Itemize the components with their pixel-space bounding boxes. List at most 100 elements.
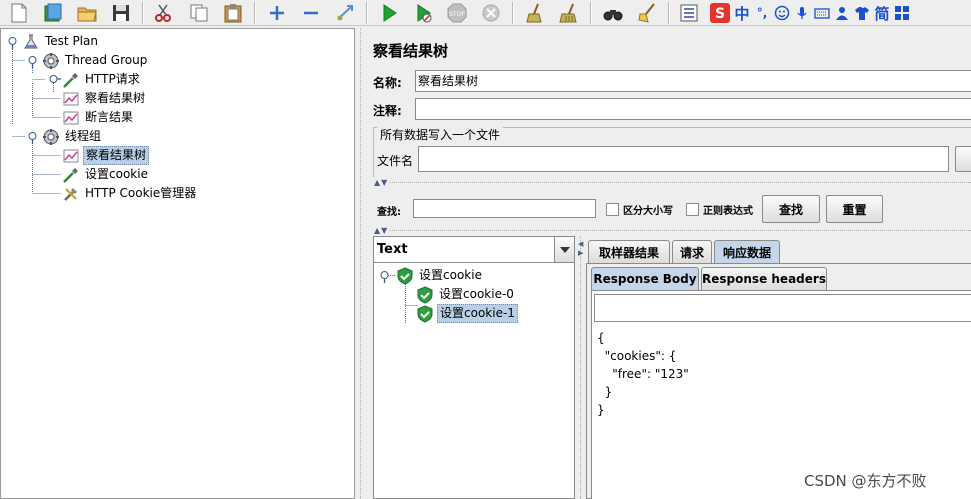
sogou-logo-icon[interactable]: S [708,1,732,25]
ime-menu-icon[interactable] [892,1,912,25]
name-field[interactable]: 察看结果树 [415,70,971,92]
chart-icon [62,109,80,127]
new-icon[interactable] [6,1,32,25]
gear-icon [42,128,60,146]
filename-label: 文件名 [377,154,414,168]
copy-icon[interactable] [186,1,212,25]
tree-node-label: 断言结果 [85,110,134,124]
start-icon[interactable] [376,1,402,25]
tree-node-thread-group[interactable]: Thread Group [42,51,149,70]
paste-icon[interactable] [220,1,246,25]
svg-text:S: S [715,6,725,22]
search-input[interactable] [413,199,596,218]
result-node-set-cookie[interactable]: 设置cookie [396,266,484,285]
tree-node-label: 设置cookie [85,167,148,181]
collapse-icon[interactable] [298,1,324,25]
start-no-pauses-icon[interactable] [410,1,436,25]
tree-node-label: 线程组 [65,129,102,143]
stop-icon[interactable]: STOP [444,1,470,25]
ime-punct-toggle[interactable]: °, [752,1,772,25]
tree-node-view-results-tree-1[interactable]: 察看结果树 [62,89,147,108]
toggle-icon[interactable] [332,1,358,25]
wrench-icon [62,185,80,203]
result-node-set-cookie-0[interactable]: 设置cookie-0 [416,285,516,304]
search-label: 查找: [377,207,401,218]
tree-node-label: Test Plan [45,34,98,48]
tree-node-thread-group-2[interactable]: 线程组 [42,127,103,146]
tree-node-view-results-tree-2[interactable]: 察看结果树 [62,146,150,165]
split-pane-divider[interactable] [355,28,368,499]
save-icon[interactable] [108,1,134,25]
keyboard-icon[interactable] [812,1,832,25]
collapse-arrows-icon[interactable]: ▲▼ [374,178,388,187]
case-sensitive-checkbox[interactable]: 区分大小写 [606,202,673,217]
checkbox-label: 正则表达式 [703,206,753,217]
ime-simplified-toggle[interactable]: 简 [872,1,892,25]
pipette-icon [62,71,80,89]
skin-icon[interactable] [852,1,872,25]
shutdown-icon[interactable] [478,1,504,25]
separator [390,182,971,183]
tab-response-headers[interactable]: Response headers [701,267,827,290]
chevron-down-icon[interactable] [554,237,574,262]
result-node-set-cookie-1[interactable]: 设置cookie-1 [416,304,518,323]
tree-node-label: 察看结果树 [83,146,150,165]
find-button[interactable]: 查找 [762,195,820,223]
emoji-icon[interactable] [772,1,792,25]
tree-node-cookie-manager[interactable]: HTTP Cookie管理器 [62,184,198,203]
tab-response-body[interactable]: Response Body [591,267,699,290]
renderer-select[interactable]: Text [374,237,574,263]
user-icon[interactable] [832,1,852,25]
renderer-value: Text [377,242,408,257]
comment-label: 注释: [373,104,402,118]
clear-icon[interactable] [522,1,548,25]
shield-check-icon [416,304,434,323]
tab-response-data[interactable]: 响应数据 [714,240,780,263]
panel-title: 察看结果树 [373,42,449,60]
toolbar: STOP S 中 °, 简 [0,0,971,26]
regex-checkbox[interactable]: 正则表达式 [686,202,753,217]
function-helper-icon[interactable] [676,1,702,25]
tree-node-label: HTTP请求 [85,72,140,86]
test-plan-tree-panel: Test Plan Thread Group HTTP请求 察看结果树 断言结果… [0,28,355,499]
comment-field[interactable] [415,98,971,120]
result-node-label: 设置cookie [419,268,482,282]
search-icon[interactable] [600,1,626,25]
watermark: CSDN @东方不败 [804,472,927,490]
chart-icon [62,147,80,165]
reset-search-icon[interactable] [634,1,660,25]
view-results-tree-panel: 察看结果树 名称: 察看结果树 注释: 所有数据写入一个文件 文件名 ▲▼ 查找… [368,28,971,499]
shield-check-icon [396,266,414,285]
tab-sampler-result[interactable]: 取样器结果 [588,240,670,263]
microphone-icon[interactable] [792,1,812,25]
result-node-label: 设置cookie-0 [439,287,514,301]
templates-icon[interactable] [40,1,66,25]
reset-button[interactable]: 重置 [826,195,883,223]
ime-lang-toggle[interactable]: 中 [732,1,752,25]
expand-icon[interactable] [264,1,290,25]
response-body-area: { "cookies": { "free": "123" } } [591,290,971,499]
result-node-label: 设置cookie-1 [437,304,518,323]
tree-node-label: 察看结果树 [85,91,146,105]
filename-field[interactable] [418,146,949,172]
clear-all-icon[interactable] [556,1,582,25]
tree-node-assertion-results[interactable]: 断言结果 [62,108,135,127]
browse-button[interactable] [955,146,971,172]
open-icon[interactable] [74,1,100,25]
response-search-field[interactable] [594,294,971,322]
separator [390,230,971,231]
tab-request[interactable]: 请求 [672,240,712,263]
sample-results-tree: Text 设置cookie 设置cookie-0 设置cookie-1 [373,236,575,499]
shield-check-icon [416,285,434,304]
tree-node-test-plan[interactable]: Test Plan [22,32,100,51]
checkbox-box[interactable] [606,203,619,216]
tree-node-http-request[interactable]: HTTP请求 [62,70,142,89]
checkbox-label: 区分大小写 [623,206,673,217]
checkbox-box[interactable] [686,203,699,216]
response-text[interactable]: { "cookies": { "free": "123" } } [597,329,689,419]
gear-icon [42,52,60,70]
collapse-arrows-icon[interactable]: ▲▼ [374,226,388,235]
flask-icon [22,33,40,51]
cut-icon[interactable] [150,1,176,25]
tree-node-set-cookie[interactable]: 设置cookie [62,165,150,184]
